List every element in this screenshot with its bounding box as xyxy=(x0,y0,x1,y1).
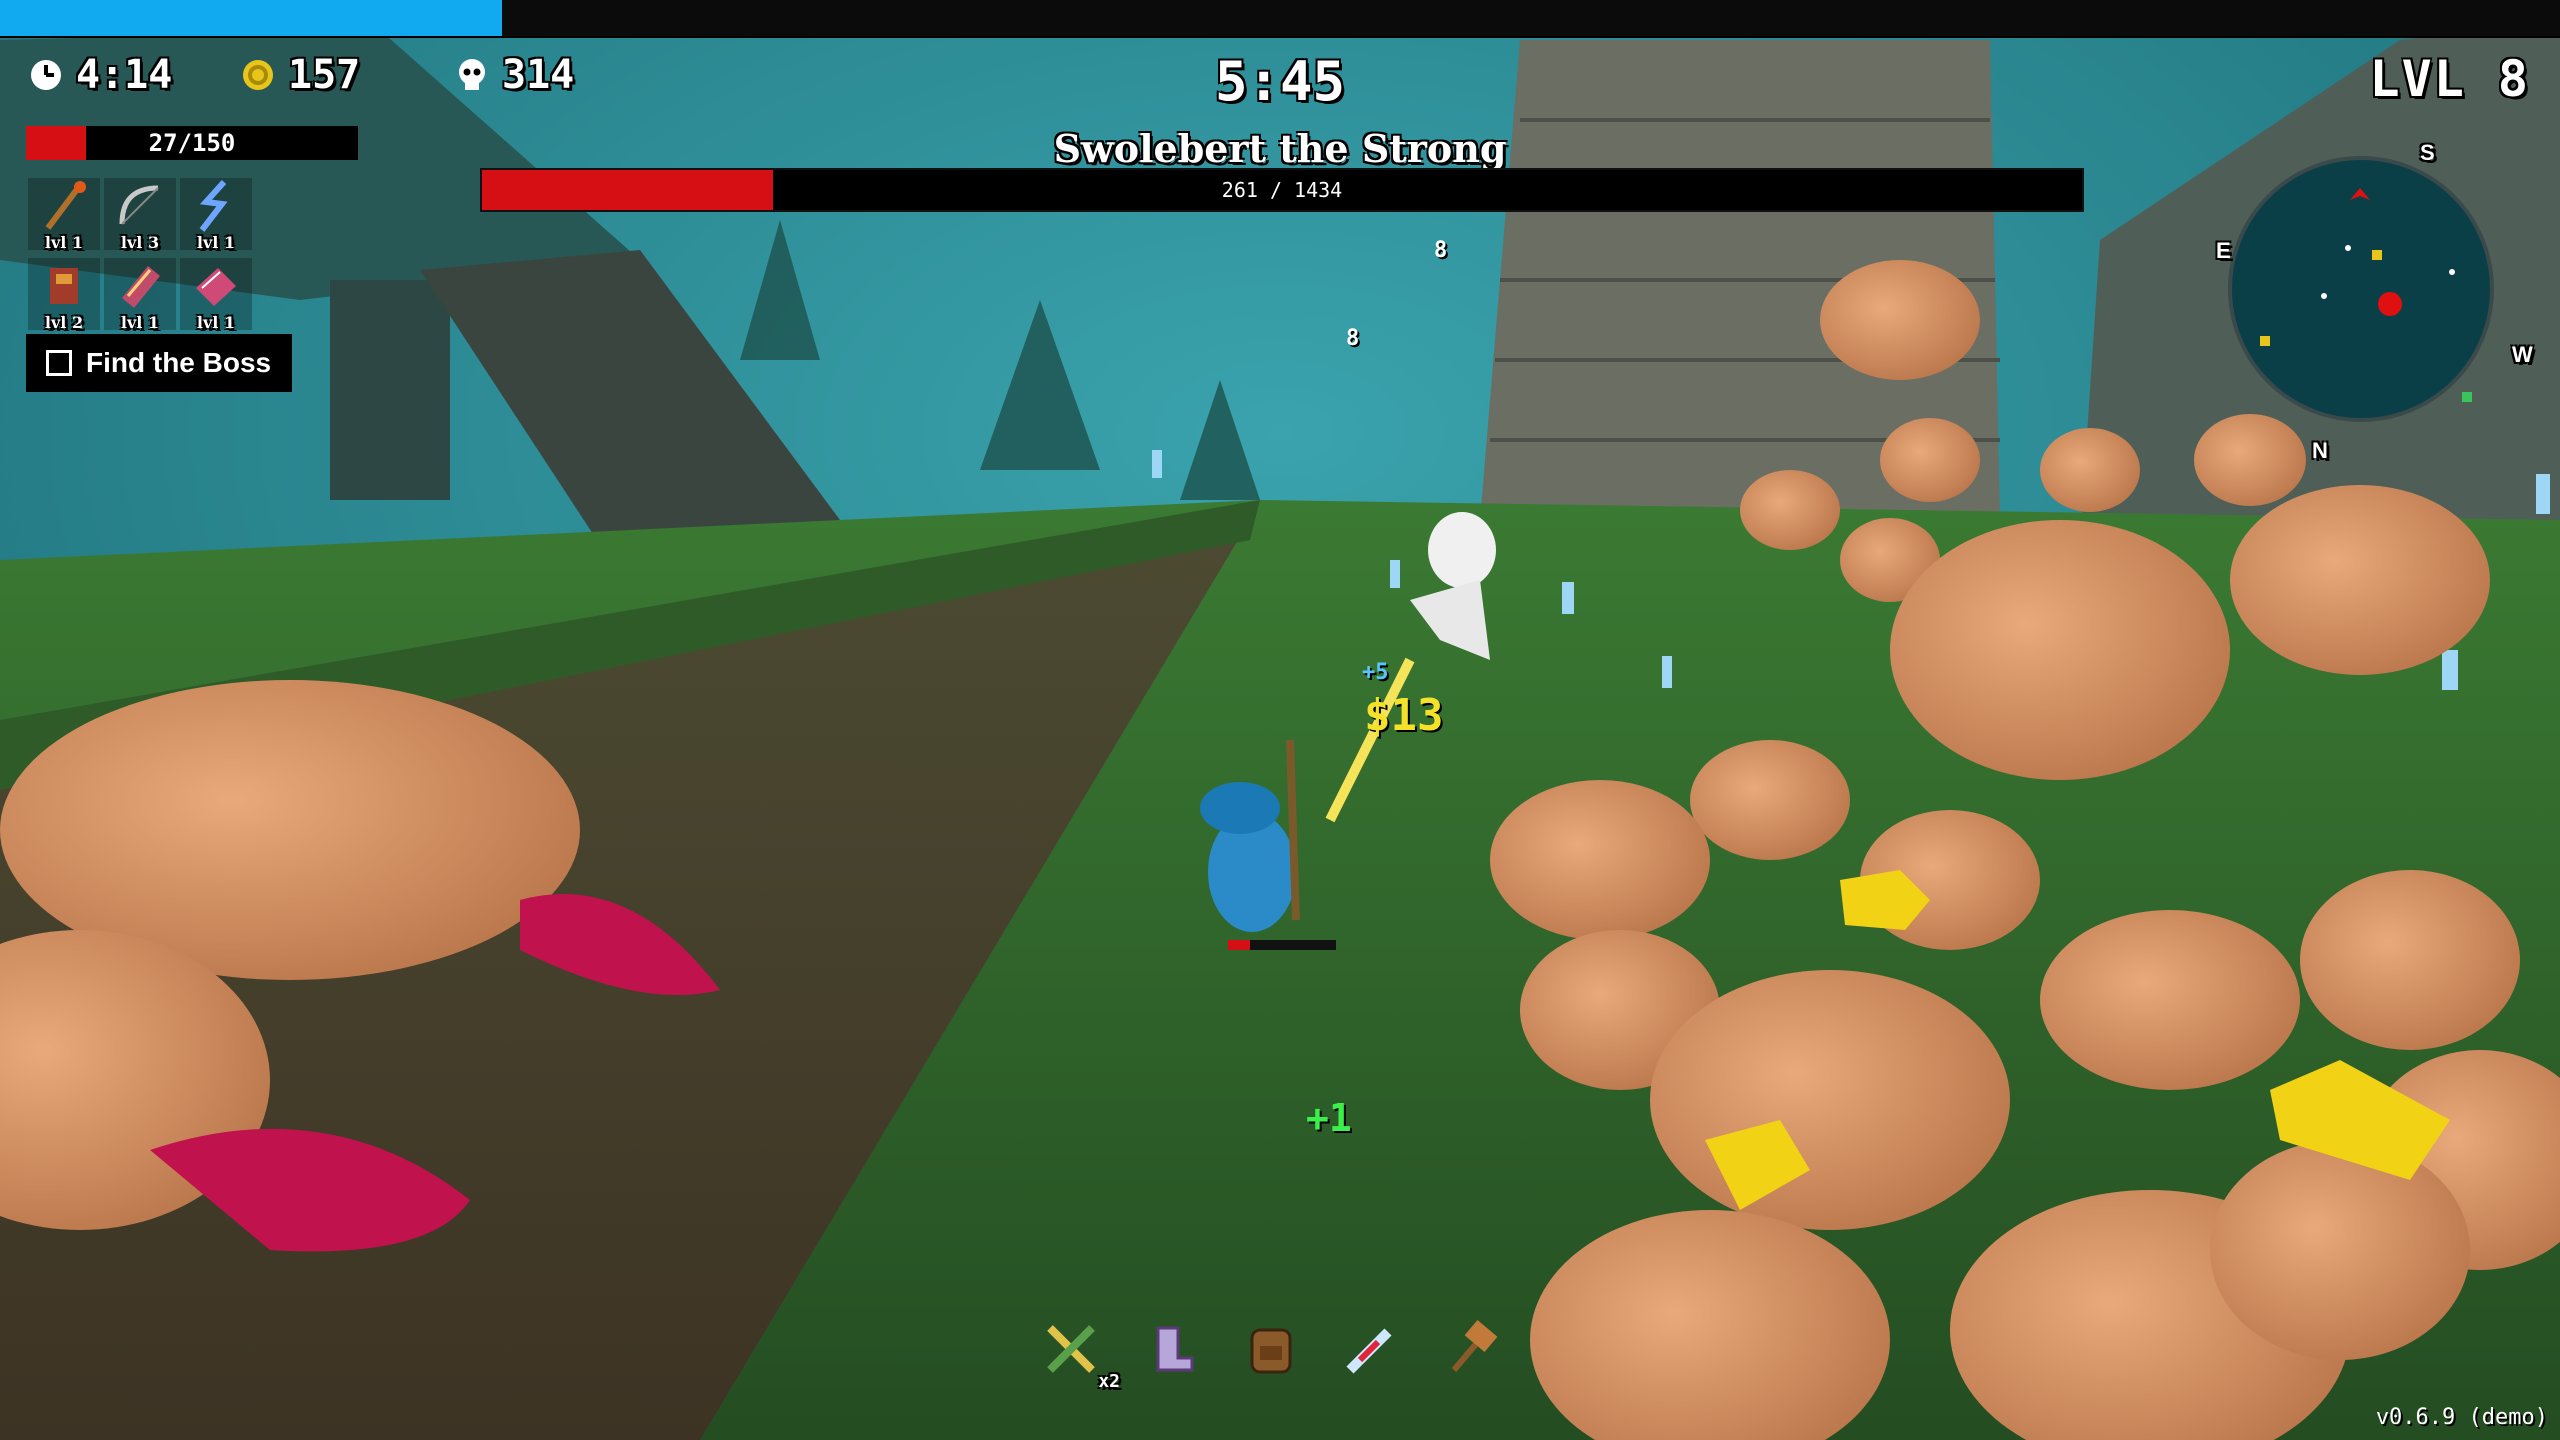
inventory-slot: lvl 1 xyxy=(28,178,100,252)
staff-icon xyxy=(45,181,86,230)
backpack-icon xyxy=(1250,1328,1292,1374)
hotbar-slot[interactable] xyxy=(1440,1318,1502,1380)
compass-west: W xyxy=(2512,342,2533,367)
inventory-slot: lvl 1 xyxy=(180,178,252,252)
item-hotbar: x2 xyxy=(1040,1318,1502,1392)
crossed-swords-icon xyxy=(1047,1325,1095,1373)
hammer-icon xyxy=(1451,1319,1498,1372)
inventory-slot: lvl 3 xyxy=(104,178,176,252)
quest-tracker[interactable]: Find the Boss xyxy=(26,334,292,392)
inventory-level: lvl 3 xyxy=(120,233,160,252)
damage-number-small: 8 xyxy=(1346,326,1360,351)
tome-icon xyxy=(196,268,236,306)
inventory-slot: lvl 1 xyxy=(104,258,176,332)
syringe-icon xyxy=(1346,1328,1392,1374)
inventory-level: lvl 1 xyxy=(120,313,160,332)
quest-checkbox[interactable] xyxy=(46,350,72,376)
game-timer: 5:45 xyxy=(1214,50,1346,113)
compass-east: E xyxy=(2216,238,2231,263)
player-health-text: 27/150 xyxy=(148,129,236,157)
inventory-grid: lvl 1 lvl 3 lvl 1 lvl 2 lvl 1 lvl 1 xyxy=(28,178,252,332)
xp-gain-text: +5 xyxy=(1362,660,1389,685)
inventory-slot: lvl 1 xyxy=(180,258,252,332)
bow-icon xyxy=(119,185,159,225)
compass-south: S xyxy=(2420,140,2435,165)
minimap xyxy=(2228,156,2494,422)
boss-name: Swolebert the Strong xyxy=(1053,126,1507,171)
boss-health-bar: 261 / 1434 xyxy=(480,168,2084,212)
damage-number-small: 8 xyxy=(1434,238,1448,263)
player-level: LVL 8 xyxy=(2369,50,2530,108)
compass-north: N xyxy=(2312,438,2328,463)
hotbar-slot[interactable] xyxy=(1140,1318,1202,1380)
hotbar-slot[interactable] xyxy=(1240,1318,1302,1380)
player-health-bar: 27/150 xyxy=(26,126,358,160)
lightning-icon xyxy=(199,179,228,232)
xp-bar xyxy=(0,0,2560,38)
boss-health-text: 261 / 1434 xyxy=(1221,178,1343,202)
damage-value: 13 xyxy=(1390,690,1444,741)
game-world xyxy=(0,0,2560,1440)
xp-bar-fill xyxy=(0,0,502,36)
hotbar-slot[interactable] xyxy=(1340,1318,1402,1380)
minimap-contents xyxy=(2237,165,2485,413)
pickup-text: +1 xyxy=(1306,1096,1352,1140)
inventory-slot: lvl 2 xyxy=(28,258,100,332)
player-marker-icon xyxy=(2378,292,2402,316)
inventory-level: lvl 2 xyxy=(44,313,84,332)
boots-icon xyxy=(1156,1326,1194,1372)
book-icon xyxy=(122,266,160,308)
version-label: v0.6.9 (demo) xyxy=(2375,1405,2548,1430)
armor-icon xyxy=(50,268,78,304)
inventory-level: lvl 1 xyxy=(196,233,236,252)
inventory-level: lvl 1 xyxy=(196,313,236,332)
inventory-level: lvl 1 xyxy=(44,233,84,252)
quest-label: Find the Boss xyxy=(86,347,272,378)
hotbar-count: x2 xyxy=(1098,1371,1120,1392)
hotbar-slot[interactable]: x2 xyxy=(1040,1318,1120,1392)
damage-number: $13 xyxy=(1364,690,1444,741)
